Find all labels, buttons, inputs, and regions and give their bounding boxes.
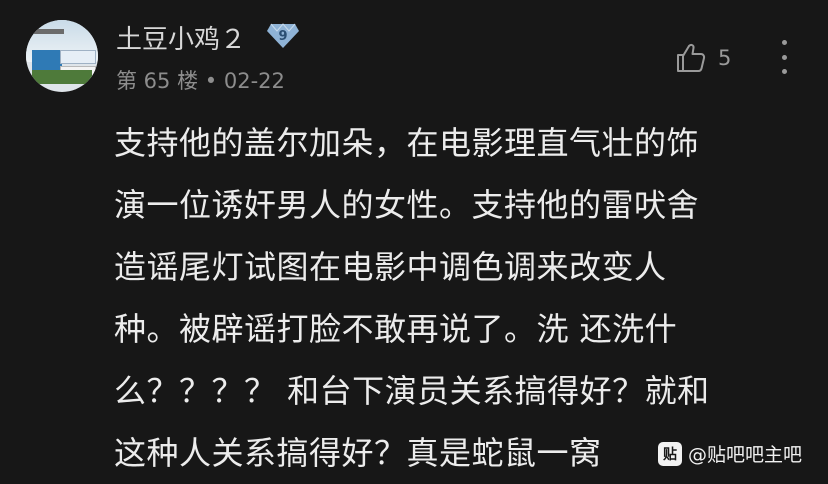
avatar-grass [32,70,92,84]
diamond-badge-icon: 9 [267,23,299,48]
content-line: 种。被辟谣打脸不敢再说了。洗 还洗什 [114,310,678,348]
avatar-sign [60,50,96,64]
post-date: 02-22 [223,69,285,93]
content-line: 造谣尾灯试图在电影中调色调来改变人 [114,248,667,286]
meta-separator: • [204,69,218,93]
tieba-logo-icon: 贴 [658,441,682,466]
floor-number: 第 65 楼 [116,69,199,93]
like-count: 5 [718,46,732,70]
content-line: 么？？？？ 和台下演员关系搞得好？就和 [114,372,710,410]
post-meta: 第 65 楼 • 02-22 [116,65,285,95]
post-content: 支持他的盖尔加朵，在电影理直气壮的饰 演一位诱奸男人的女性。支持他的雷吠舍 造谣… [114,112,804,484]
user-avatar[interactable] [26,20,98,92]
avatar-strip [34,29,64,34]
level-number: 9 [278,29,287,44]
content-line: 支持他的盖尔加朵，在电影理直气壮的饰 [114,124,700,162]
more-vertical-icon[interactable] [776,40,792,74]
tieba-watermark: 贴 @贴吧吧主吧 [654,438,807,469]
username[interactable]: 土豆小鸡２ [116,19,246,56]
watermark-text: @贴吧吧主吧 [688,444,803,466]
like-button[interactable]: 5 [674,40,744,76]
content-line: 演一位诱奸男人的女性。支持他的雷吠舍 [114,186,700,224]
thumb-up-icon [677,43,706,72]
